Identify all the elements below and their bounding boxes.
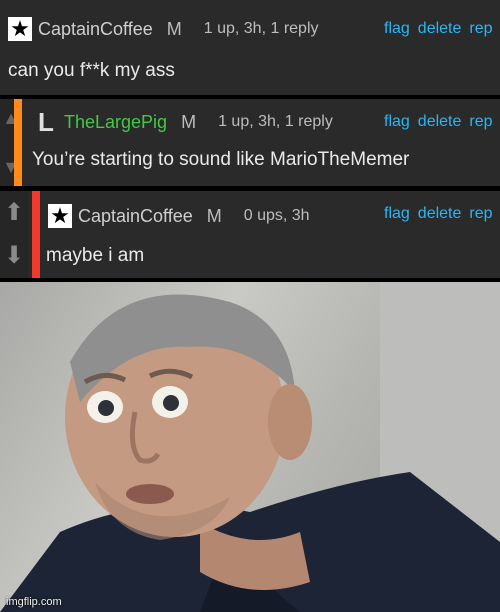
- comment-2: ▲ ▼ L TheLargePig M 1 up, 3h, 1 reply fl…: [0, 99, 500, 186]
- star-icon: ★: [48, 203, 72, 228]
- star-icon: ★: [8, 16, 32, 41]
- comment-3-stats: 0 ups, 3h: [243, 207, 310, 224]
- vote-column: ⬆ ⬇: [0, 191, 28, 278]
- comment-1-badge: M: [166, 18, 182, 39]
- man-illustration: [0, 282, 500, 612]
- comment-2-username[interactable]: TheLargePig: [64, 112, 167, 133]
- reply-accent-bar: [32, 191, 40, 278]
- comment-1-stats: 1 up, 3h, 1 reply: [203, 20, 319, 37]
- comment-3-text: maybe i am: [46, 245, 145, 266]
- reply-link[interactable]: rep: [469, 205, 492, 223]
- reply-link[interactable]: rep: [469, 20, 492, 38]
- comment-3-actions: flag delete rep: [384, 205, 493, 223]
- comment-2-actions: flag delete rep: [384, 113, 493, 131]
- reply-link[interactable]: rep: [469, 113, 492, 131]
- comment-1-actions: flag delete rep: [384, 20, 493, 38]
- watermark: imgflip.com: [6, 596, 62, 608]
- comment-1-username[interactable]: CaptainCoffee: [38, 19, 153, 40]
- flag-link[interactable]: flag: [384, 113, 410, 131]
- comment-1: ★ CaptainCoffee M 1 up, 3h, 1 reply flag…: [0, 0, 500, 95]
- comment-3: ⬆ ⬇ ★ CaptainCoffee M 0 ups, 3h flag del…: [0, 191, 500, 278]
- reaction-photo: imgflip.com: [0, 282, 500, 612]
- downvote-arrow-icon[interactable]: ⬇: [0, 244, 28, 268]
- l-badge-icon: L: [38, 106, 54, 137]
- flag-link[interactable]: flag: [384, 205, 410, 223]
- delete-link[interactable]: delete: [418, 113, 462, 131]
- flag-link[interactable]: flag: [384, 20, 410, 38]
- comment-2-stats: 1 up, 3h, 1 reply: [218, 113, 333, 130]
- comment-1-text: can you f**k my ass: [8, 60, 175, 81]
- delete-link[interactable]: delete: [418, 205, 462, 223]
- comment-2-text: You’re starting to sound like MarioTheMe…: [32, 149, 410, 170]
- comment-2-badge: M: [181, 111, 197, 132]
- reply-accent-bar: [14, 99, 22, 186]
- upvote-arrow-icon[interactable]: ⬆: [0, 201, 28, 225]
- comment-3-username[interactable]: CaptainCoffee: [78, 206, 193, 227]
- delete-link[interactable]: delete: [418, 20, 462, 38]
- comment-3-badge: M: [206, 205, 222, 226]
